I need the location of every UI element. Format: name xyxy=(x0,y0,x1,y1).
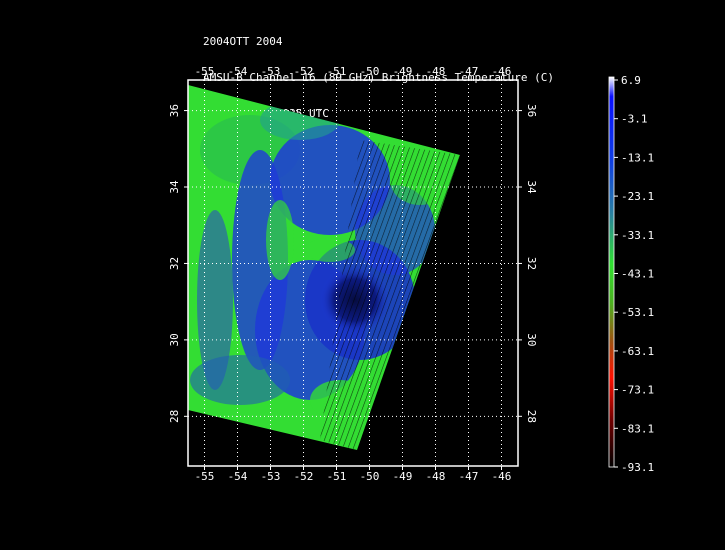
colorbar-label: -3.1 xyxy=(621,113,648,126)
map-plot: -55-55-54-54-53-53-52-52-51-51-50-50-49-… xyxy=(168,65,654,483)
lon-tick-label-top: -50 xyxy=(360,65,380,78)
colorbar-labels: 6.9 -3.1 -13.1 -23.1 -33.1 -43.1 -53.1 -63.1 -73… xyxy=(614,74,654,474)
colorbar-label: -13.1 xyxy=(621,151,654,164)
colorbar xyxy=(608,76,615,468)
lon-tick-label-bottom: -55 xyxy=(195,470,215,483)
lat-tick-label-right: 32 xyxy=(525,257,538,270)
lat-tick-label-left: 36 xyxy=(168,104,181,117)
colorbar-label: 6.9 xyxy=(621,74,641,87)
lat-tick-label-left: 28 xyxy=(168,410,181,423)
colorbar-label: -23.1 xyxy=(621,190,654,203)
lon-tick-label-bottom: -50 xyxy=(360,470,380,483)
lon-tick-label-bottom: -54 xyxy=(228,470,248,483)
lat-tick-label-left: 32 xyxy=(168,257,181,270)
lat-tick-label-right: 28 xyxy=(525,410,538,423)
colorbar-label: -33.1 xyxy=(621,229,654,242)
colorbar-label: -73.1 xyxy=(621,384,654,397)
lon-tick-label-bottom: -48 xyxy=(426,470,446,483)
colorbar-label: -43.1 xyxy=(621,268,654,281)
swath-imagery xyxy=(188,85,460,450)
lon-tick-label-top: -49 xyxy=(393,65,413,78)
colorbar-label: -83.1 xyxy=(621,422,654,435)
lon-tick-label-top: -54 xyxy=(228,65,248,78)
lon-tick-label-top: -53 xyxy=(261,65,281,78)
lat-tick-label-left: 34 xyxy=(168,180,181,194)
colorbar-label: -63.1 xyxy=(621,345,654,358)
lon-tick-label-bottom: -49 xyxy=(393,470,413,483)
lon-tick-label-top: -46 xyxy=(492,65,512,78)
lat-tick-label-right: 30 xyxy=(525,333,538,346)
lon-tick-label-bottom: -46 xyxy=(492,470,512,483)
lat-tick-label-right: 36 xyxy=(525,104,538,117)
lon-tick-label-bottom: -53 xyxy=(261,470,281,483)
lon-tick-label-bottom: -52 xyxy=(294,470,314,483)
lon-tick-label-top: -47 xyxy=(459,65,479,78)
lon-tick-label-bottom: -47 xyxy=(459,470,479,483)
lon-tick-label-top: -48 xyxy=(426,65,446,78)
lon-tick-label-bottom: -51 xyxy=(327,470,347,483)
colorbar-label: -93.1 xyxy=(621,461,654,474)
lon-tick-label-top: -51 xyxy=(327,65,347,78)
colorbar-label: -53.1 xyxy=(621,306,654,319)
lat-tick-label-left: 30 xyxy=(168,333,181,346)
lat-tick-label-right: 34 xyxy=(525,180,538,194)
lon-tick-label-top: -55 xyxy=(195,65,215,78)
lon-tick-label-top: -52 xyxy=(294,65,314,78)
